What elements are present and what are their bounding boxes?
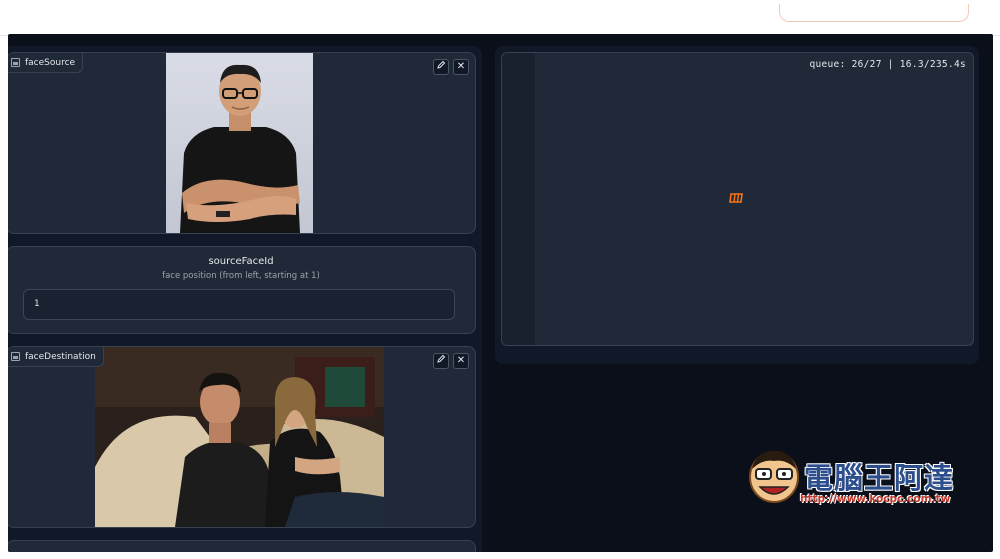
- pencil-icon[interactable]: [433, 353, 449, 369]
- pencil-icon[interactable]: [433, 59, 449, 75]
- watermark-url: http://www.kocpc.com.tw: [800, 493, 951, 505]
- output-panel: queue: 26/27 | 16.3/235.4s: [501, 52, 974, 346]
- mascot-icon: [749, 451, 799, 503]
- browser-top-bar: [0, 0, 1000, 36]
- face-destination-image: [95, 347, 384, 527]
- loading-spinner-icon: [729, 193, 743, 203]
- top-action-pill[interactable]: [779, 4, 969, 22]
- source-face-id-description: face position (from left, starting at 1): [162, 271, 320, 281]
- output-side-strip: [502, 53, 535, 345]
- input-column: faceSource ✕ sourceFaceId face position …: [8, 46, 482, 552]
- face-source-image: [166, 53, 313, 233]
- watermark-text: 電腦王阿達: [804, 461, 955, 495]
- output-column: queue: 26/27 | 16.3/235.4s: [495, 46, 979, 364]
- face-source-block[interactable]: faceSource ✕: [8, 52, 476, 234]
- image-icon: [11, 352, 20, 361]
- source-face-id-block: sourceFaceId face position (from left, s…: [8, 246, 476, 334]
- queue-status: queue: 26/27 | 16.3/235.4s: [809, 59, 966, 70]
- face-source-tools: ✕: [433, 59, 469, 75]
- face-source-label-text: faceSource: [25, 57, 76, 68]
- close-icon[interactable]: ✕: [453, 353, 469, 369]
- face-destination-tools: ✕: [433, 353, 469, 369]
- source-face-id-input[interactable]: 1: [23, 289, 455, 320]
- face-source-label: faceSource: [8, 53, 84, 73]
- watermark-logo: 電腦王阿達 http://www.kocpc.com.tw: [746, 445, 976, 510]
- face-destination-label: faceDestination: [8, 347, 104, 367]
- close-icon[interactable]: ✕: [453, 59, 469, 75]
- next-block: [8, 540, 476, 552]
- source-face-id-title: sourceFaceId: [208, 256, 274, 267]
- face-destination-block[interactable]: faceDestination ✕: [8, 346, 476, 528]
- image-icon: [11, 58, 20, 67]
- face-destination-label-text: faceDestination: [25, 351, 96, 362]
